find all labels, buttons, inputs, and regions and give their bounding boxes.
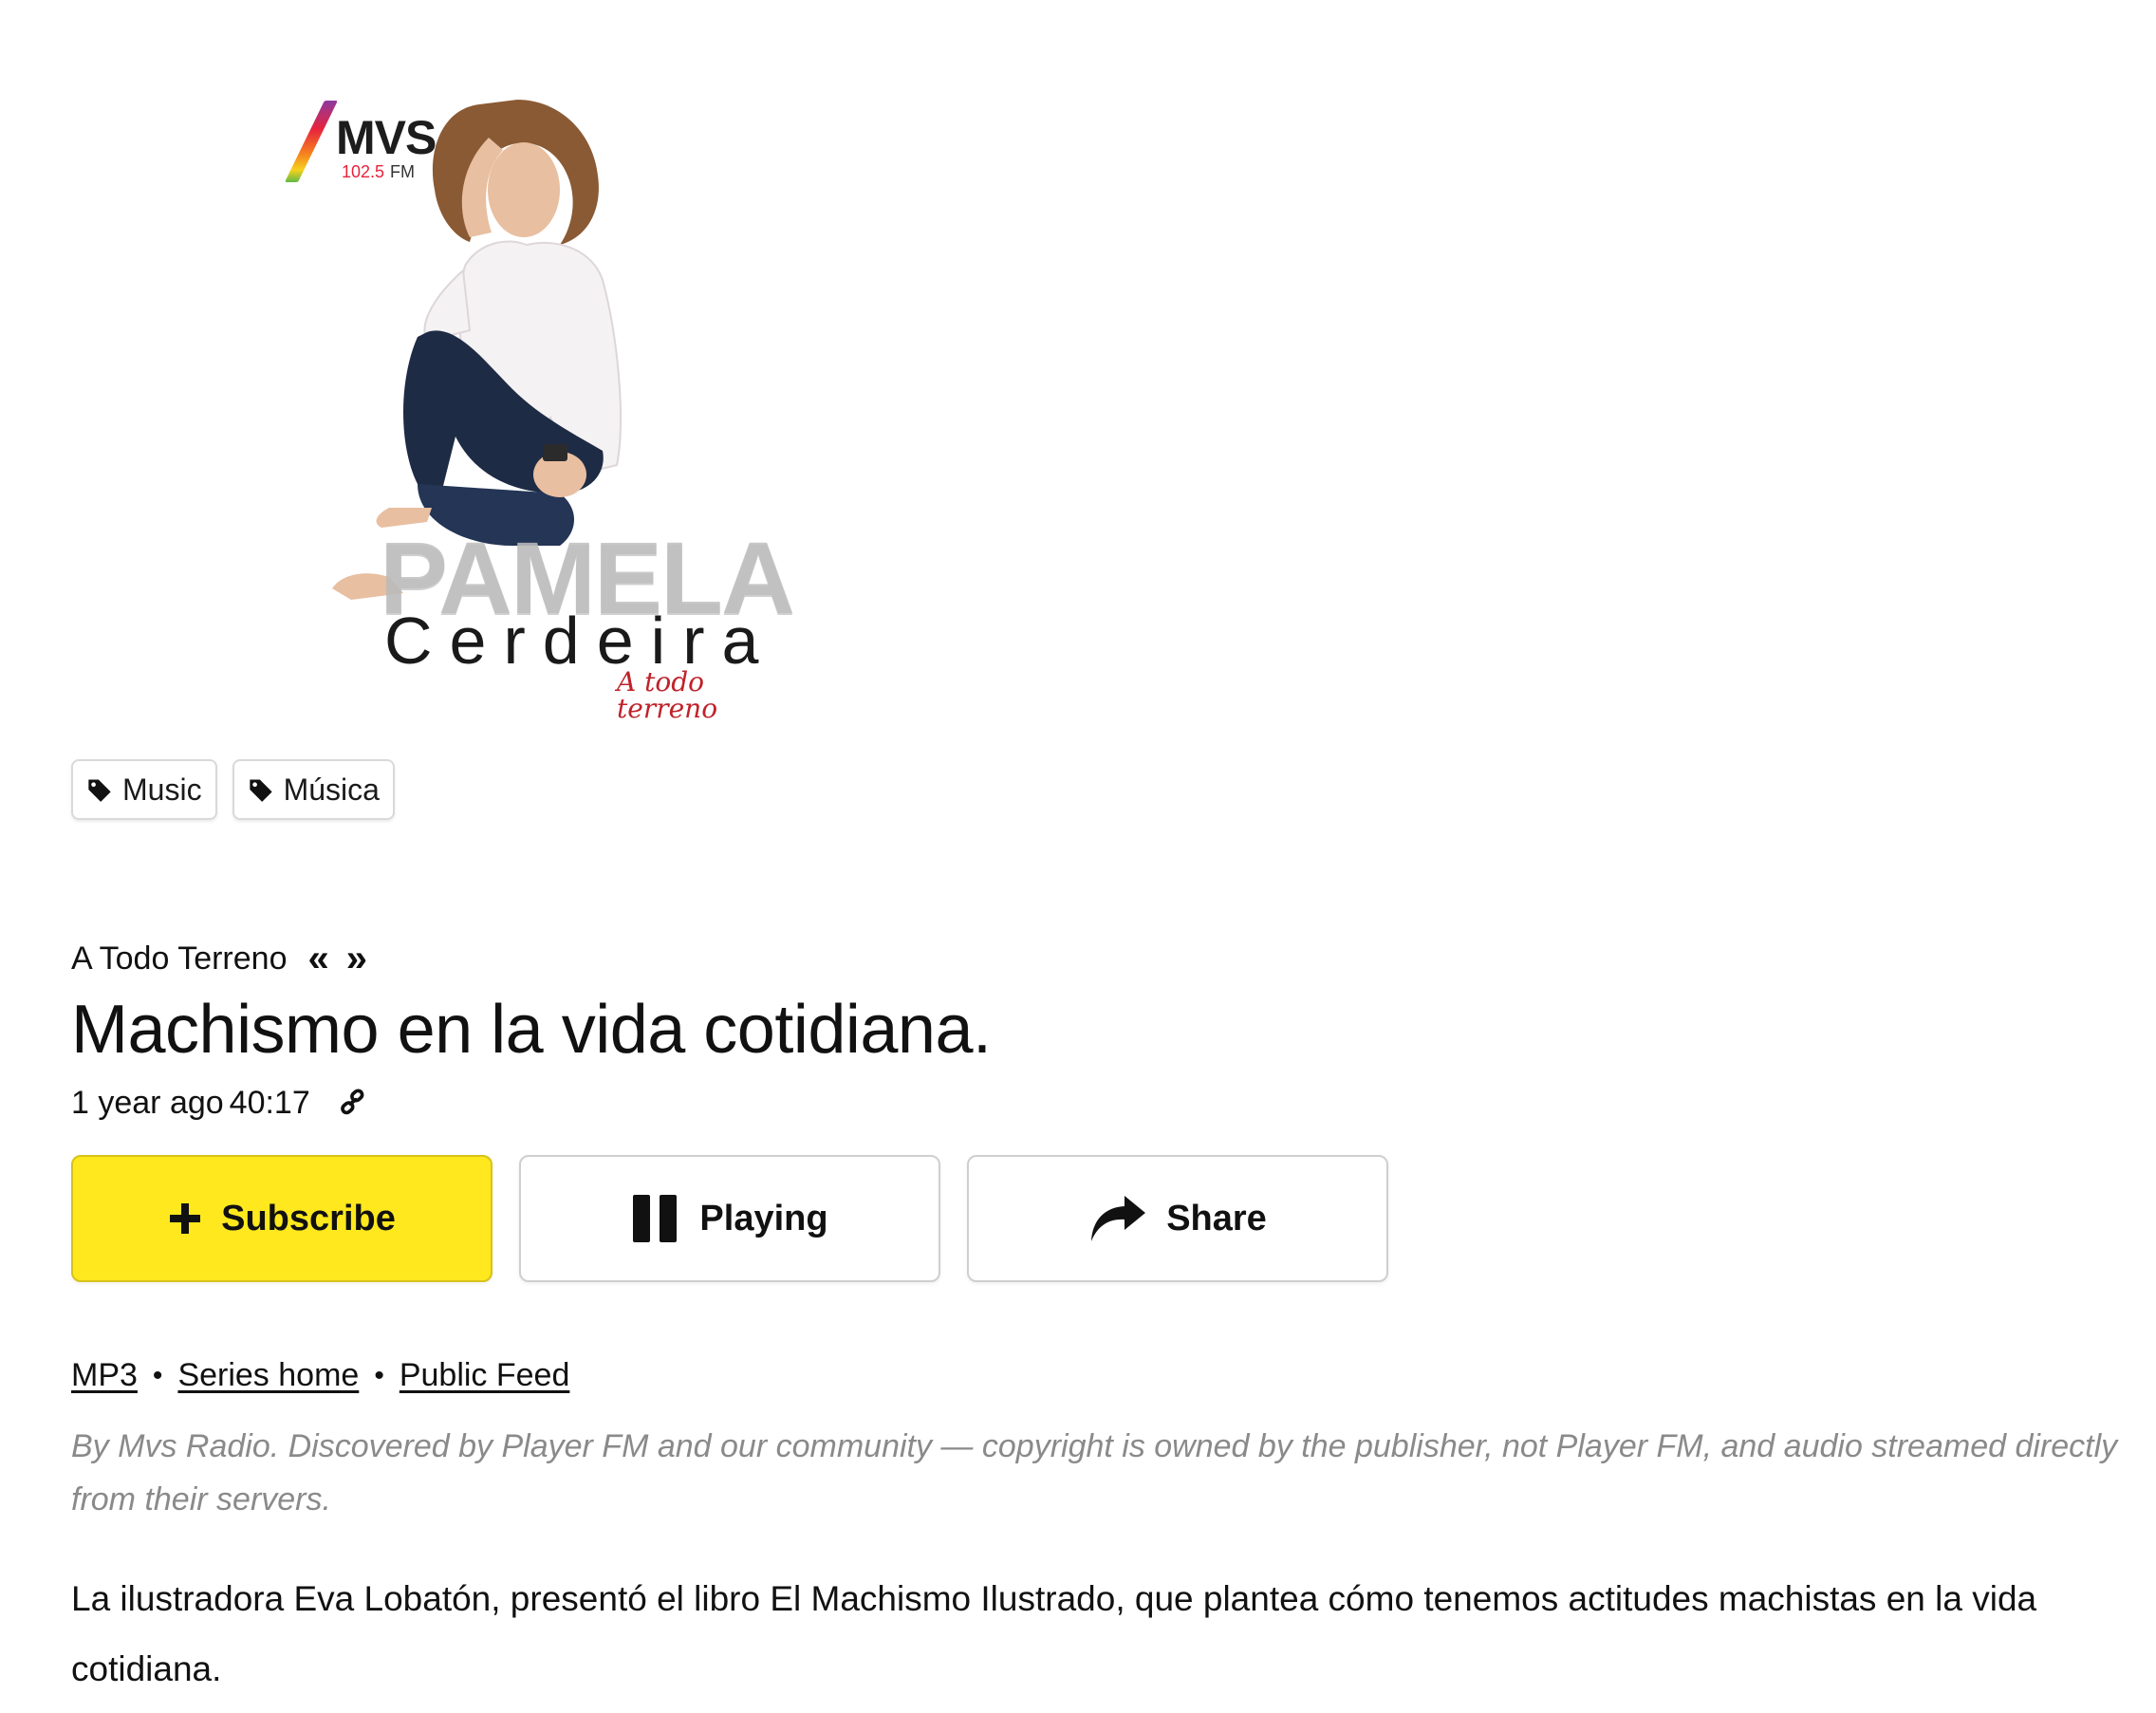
share-label: Share	[1166, 1198, 1267, 1238]
series-home-link[interactable]: Series home	[177, 1357, 359, 1394]
tag-music[interactable]: Music	[71, 759, 217, 820]
cover-tagline: A todo terreno	[617, 666, 718, 724]
next-episode-button[interactable]: »	[346, 940, 367, 978]
pause-icon	[631, 1194, 680, 1243]
episode-actions: Subscribe Playing Share	[71, 1155, 1388, 1282]
series-nav-row: A Todo Terreno « »	[71, 940, 367, 978]
episode-duration: 40:17	[229, 1085, 310, 1121]
share-button[interactable]: Share	[967, 1155, 1388, 1282]
permalink-icon[interactable]	[337, 1088, 369, 1120]
tag-musica[interactable]: Música	[232, 759, 395, 820]
share-arrow-icon	[1088, 1194, 1147, 1243]
episode-title: Machismo en la vida cotidiana.	[71, 992, 992, 1068]
episode-meta: 1 year ago 40:17	[71, 1085, 369, 1122]
separator-dot: •	[374, 1359, 384, 1391]
copyright-attribution: By Mvs Radio. Discovered by Player FM an…	[71, 1428, 2118, 1517]
tag-label: Música	[283, 772, 380, 807]
tag-icon	[249, 779, 272, 802]
separator-dot: •	[152, 1359, 163, 1391]
tag-icon	[88, 779, 111, 802]
cover-host-last-name: Cerdeira	[384, 604, 776, 678]
public-feed-link[interactable]: Public Feed	[400, 1357, 570, 1394]
podcast-cover-art: MVS 102.5 FM PAMELA Cerdeira A todo terre…	[275, 76, 807, 722]
previous-episode-button[interactable]: «	[307, 940, 328, 978]
episode-description: La ilustradora Eva Lobatón, presentó el …	[71, 1579, 2037, 1688]
subscribe-button[interactable]: Subscribe	[71, 1155, 493, 1282]
series-name-link[interactable]: A Todo Terreno	[71, 940, 287, 978]
episode-age: 1 year ago	[71, 1085, 224, 1121]
mp3-link[interactable]: MP3	[71, 1357, 138, 1394]
playing-pause-button[interactable]: Playing	[519, 1155, 940, 1282]
plus-icon	[168, 1201, 202, 1236]
episode-links: MP3 • Series home • Public Feed	[71, 1357, 569, 1394]
subscribe-label: Subscribe	[221, 1198, 396, 1238]
tag-label: Music	[122, 772, 202, 807]
playing-label: Playing	[699, 1198, 828, 1238]
category-tags: Music Música	[71, 759, 395, 820]
